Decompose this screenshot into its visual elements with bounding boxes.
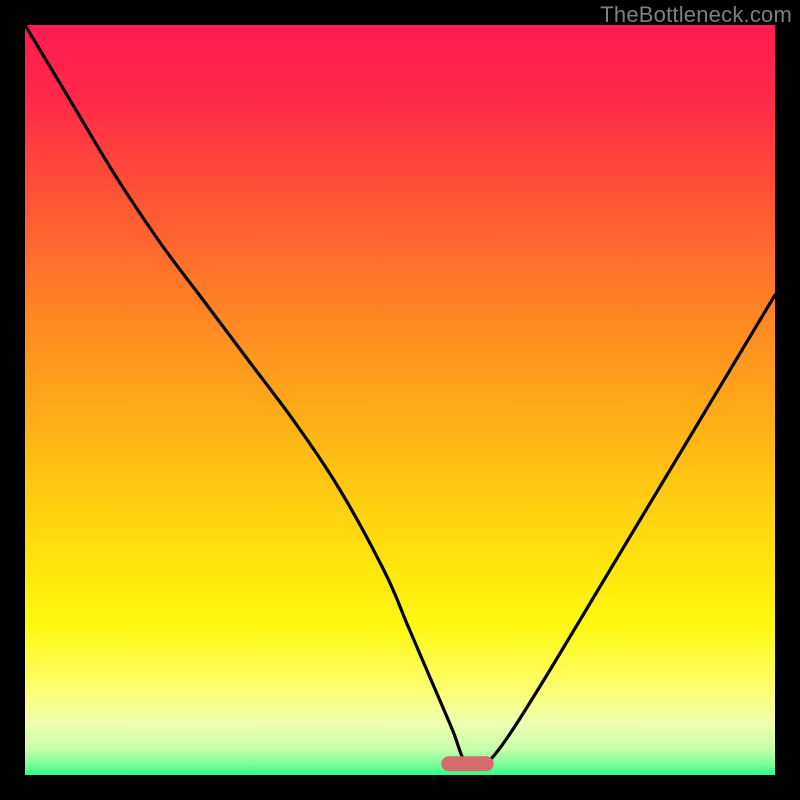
chart-frame: TheBottleneck.com (0, 0, 800, 800)
minimum-marker (441, 756, 494, 771)
plot-area (25, 25, 775, 775)
gradient-background (25, 25, 775, 775)
chart-svg (25, 25, 775, 775)
watermark-text: TheBottleneck.com (600, 2, 792, 28)
